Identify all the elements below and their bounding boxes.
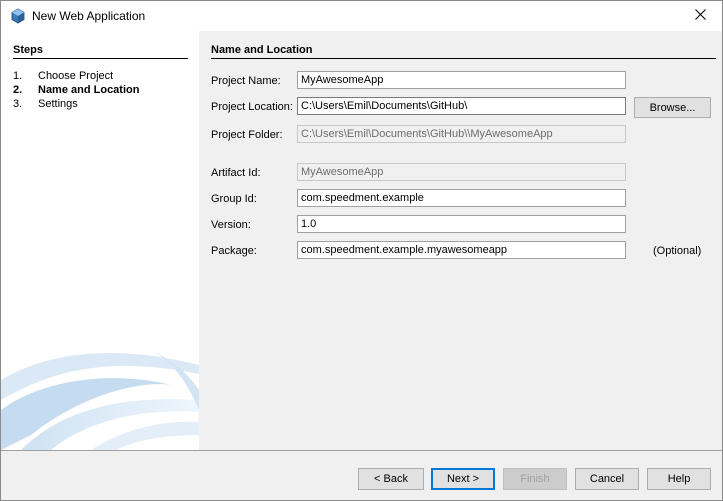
- step-name-and-location: 2. Name and Location: [13, 84, 139, 96]
- project-folder-field: [297, 125, 626, 143]
- project-name-label: Project Name:: [211, 75, 281, 87]
- package-field[interactable]: [297, 241, 626, 259]
- step-choose-project: 1. Choose Project: [13, 70, 113, 82]
- wizard-button-bar: < Back Next > Finish Cancel Help: [1, 451, 722, 500]
- step-label: Choose Project: [38, 70, 114, 82]
- finish-button: Finish: [503, 468, 567, 490]
- artifact-id-field: [297, 163, 626, 181]
- netbeans-cube-icon: [10, 8, 26, 24]
- steps-divider: [13, 58, 188, 59]
- project-location-label: Project Location:: [211, 101, 293, 113]
- step-label: Name and Location: [38, 84, 140, 96]
- version-label: Version:: [211, 219, 251, 231]
- group-id-label: Group Id:: [211, 193, 257, 205]
- cancel-button[interactable]: Cancel: [575, 468, 639, 490]
- section-heading: Name and Location: [211, 44, 313, 56]
- section-divider: [211, 58, 716, 59]
- decorative-swoosh-graphic: [1, 350, 199, 450]
- next-button[interactable]: Next >: [431, 468, 495, 490]
- project-name-field[interactable]: [297, 71, 626, 89]
- project-folder-label: Project Folder:: [211, 129, 283, 141]
- steps-heading: Steps: [13, 44, 43, 56]
- step-number: 2.: [13, 84, 23, 96]
- package-label: Package:: [211, 245, 257, 257]
- new-web-application-dialog: New Web Application Steps 1. Choose Proje…: [0, 0, 723, 501]
- step-label: Settings: [38, 98, 78, 110]
- artifact-id-label: Artifact Id:: [211, 167, 261, 179]
- back-button[interactable]: < Back: [358, 468, 424, 490]
- step-number: 3.: [13, 98, 23, 110]
- step-settings: 3. Settings: [13, 98, 78, 110]
- close-icon: [694, 9, 706, 23]
- browse-button[interactable]: Browse...: [634, 97, 711, 118]
- name-and-location-panel: Name and Location Project Name: Project …: [200, 31, 722, 450]
- step-number: 1.: [13, 70, 23, 82]
- window-title: New Web Application: [32, 9, 146, 23]
- optional-hint: (Optional): [653, 245, 702, 257]
- project-location-field[interactable]: [297, 97, 626, 115]
- version-field[interactable]: [297, 215, 626, 233]
- title-bar: New Web Application: [1, 1, 722, 31]
- steps-panel: Steps 1. Choose Project 2. Name and Locati…: [1, 31, 199, 450]
- close-button[interactable]: [678, 1, 722, 31]
- help-button[interactable]: Help: [647, 468, 711, 490]
- group-id-field[interactable]: [297, 189, 626, 207]
